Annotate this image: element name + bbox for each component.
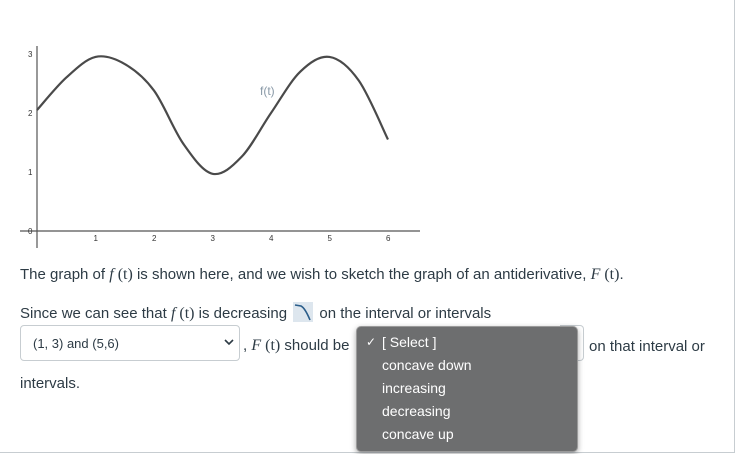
interval-select-value: (1, 3) and (5,6) [33,336,119,351]
dropdown-option-select[interactable]: ✓ [ Select ] [357,331,577,354]
dropdown-option-concave-down[interactable]: concave down [357,354,577,377]
check-icon: ✓ [366,335,377,349]
x-tick-label: 4 [269,234,274,243]
dropdown-option-increasing[interactable]: increasing [357,377,577,400]
dropdown-option-concave-up[interactable]: concave up [357,423,577,446]
x-tick-label: 3 [211,234,216,243]
interval-select[interactable]: (1, 3) and (5,6) [20,325,240,361]
math-t: (t) [600,266,620,283]
decreasing-graph-icon [293,302,314,322]
function-graph: 0 1 2 3 1 2 3 4 5 6 f(t) [20,46,420,248]
text-segment: Since we can see that [20,305,171,322]
math-t: (t) [175,305,195,322]
option-label: concave down [382,357,472,373]
text-segment: The graph of [20,266,110,283]
x-tick-label: 6 [386,234,391,243]
behavior-dropdown-menu: ✓ [ Select ] concave down increasing decr… [356,326,578,452]
y-tick-label: 3 [28,50,33,59]
text-segment: is decreasing [194,305,292,322]
question-line-3: , F (t) should be [243,337,349,355]
after-select-text: on that interval or [589,338,705,355]
option-label: concave up [382,426,454,442]
curve-label: f(t) [260,84,275,98]
text-segment: . [619,266,624,283]
y-tick-label: 0 [28,227,33,236]
option-label: [ Select ] [382,334,437,350]
chevron-down-icon [224,339,234,346]
x-tick-label: 1 [94,234,99,243]
text-segment: should be [280,337,350,354]
math-t: (t) [261,337,281,354]
option-label: decreasing [382,403,451,419]
y-tick-label: 1 [28,168,33,177]
option-label: increasing [382,380,446,396]
x-tick-label: 5 [328,234,333,243]
curve-f-of-t [36,55,389,176]
x-tick-label: 2 [152,234,157,243]
text-segment: is shown here, and we wish to sketch the… [132,266,591,283]
math-F: F [251,337,262,354]
text-segment: on the interval or intervals [315,305,492,322]
question-line-2: Since we can see that f (t) is decreasin… [20,302,491,323]
math-t: (t) [113,266,133,283]
dropdown-option-decreasing[interactable]: decreasing [357,400,577,423]
question-line-1: The graph of f (t) is shown here, and we… [20,266,624,284]
y-tick-label: 2 [28,109,33,118]
question-line-4: intervals. [20,375,81,392]
math-F: F [590,266,601,283]
